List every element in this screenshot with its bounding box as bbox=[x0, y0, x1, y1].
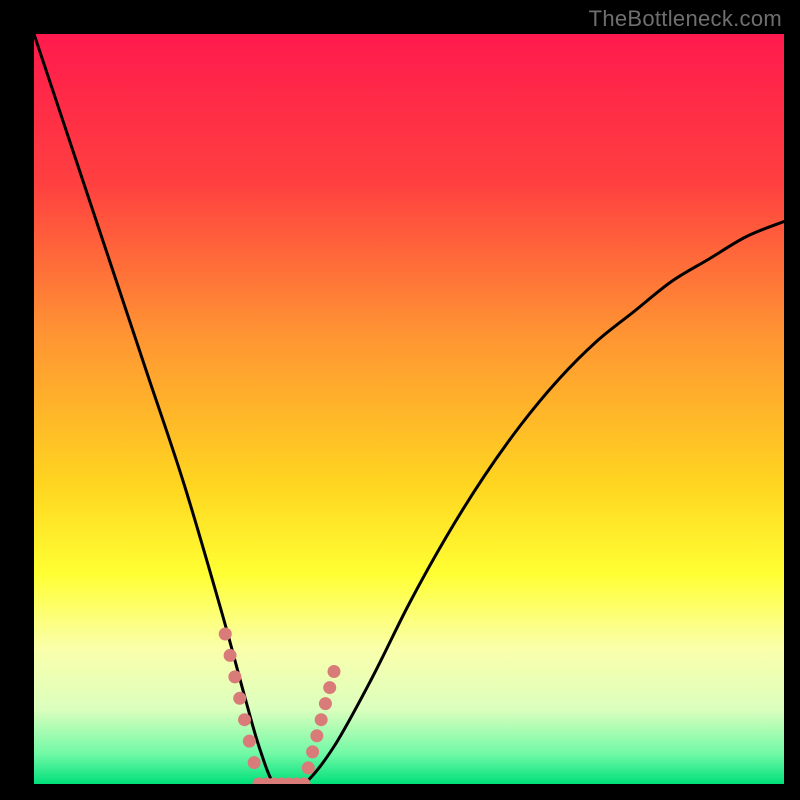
frame-bottom bbox=[0, 784, 800, 800]
dot bbox=[315, 713, 328, 726]
dot bbox=[238, 713, 251, 726]
dot bbox=[319, 697, 332, 710]
frame-right bbox=[784, 0, 800, 800]
dot bbox=[243, 735, 256, 748]
dot bbox=[302, 761, 315, 774]
dot bbox=[323, 681, 336, 694]
curve-layer bbox=[34, 34, 784, 784]
dotted-overlay bbox=[219, 628, 341, 785]
plot-area bbox=[34, 34, 784, 784]
dot bbox=[233, 692, 246, 705]
watermark-text: TheBottleneck.com bbox=[589, 6, 782, 32]
frame-left bbox=[0, 0, 34, 800]
dot bbox=[306, 745, 319, 758]
dot bbox=[219, 628, 232, 641]
bottleneck-curve bbox=[34, 34, 784, 784]
dot bbox=[310, 729, 323, 742]
dot bbox=[248, 756, 261, 769]
dot bbox=[328, 665, 341, 678]
dot bbox=[224, 649, 237, 662]
dot bbox=[228, 670, 241, 683]
